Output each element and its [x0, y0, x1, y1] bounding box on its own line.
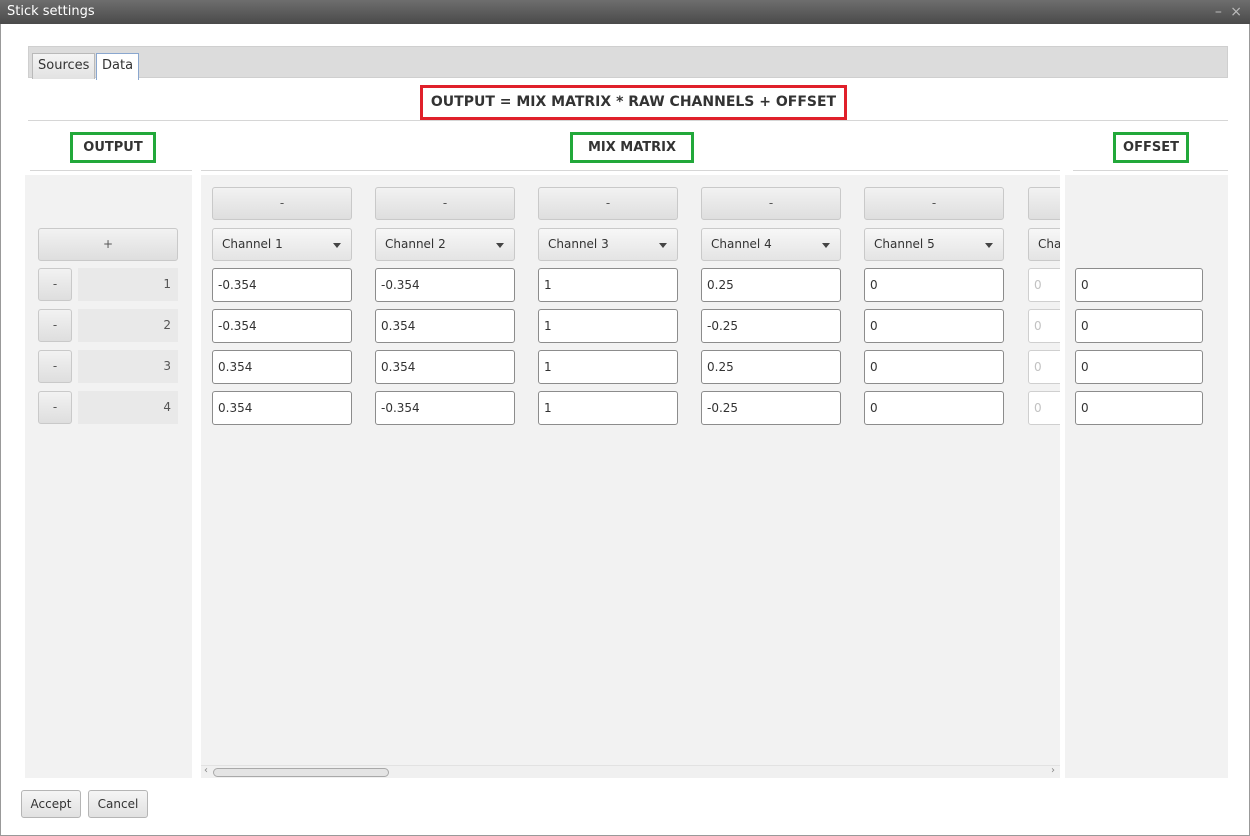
- matrix-cell-input[interactable]: [375, 350, 515, 384]
- matrix-cell-input[interactable]: [701, 309, 841, 343]
- remove-column-button[interactable]: -: [538, 187, 678, 220]
- matrix-cell-input[interactable]: [864, 268, 1004, 302]
- output-index-label: 2: [78, 309, 178, 342]
- divider: [28, 120, 1228, 121]
- window-controls: – ×: [1215, 0, 1244, 24]
- channel-select-label: Channel 4: [711, 237, 772, 251]
- minimize-icon[interactable]: –: [1215, 4, 1224, 20]
- divider: [30, 170, 192, 171]
- tab-bar: Sources Data: [28, 46, 1228, 80]
- chevron-down-icon: [659, 243, 667, 248]
- channel-select-label: Channel 3: [548, 237, 609, 251]
- mix-matrix-section-label: MIX MATRIX: [570, 132, 694, 163]
- matrix-cell-input[interactable]: [1028, 350, 1060, 384]
- channel-select[interactable]: Channel 3: [538, 228, 678, 261]
- chevron-down-icon: [822, 243, 830, 248]
- scrollbar-thumb[interactable]: [213, 768, 389, 777]
- channel-select-label: Channel 5: [874, 237, 935, 251]
- title-bar: Stick settings – ×: [0, 0, 1250, 24]
- mix-matrix-viewport: - Channel 1 - Channel 2 - Channel 3 - Channel 4…: [201, 175, 1060, 765]
- offset-input[interactable]: [1075, 309, 1203, 343]
- matrix-cell-input[interactable]: [212, 350, 352, 384]
- channel-select-label: Channel 2: [385, 237, 446, 251]
- formula-banner: OUTPUT = MIX MATRIX * RAW CHANNELS + OFF…: [420, 85, 847, 120]
- matrix-cell-input[interactable]: [212, 268, 352, 302]
- offset-input[interactable]: [1075, 268, 1203, 302]
- accept-button[interactable]: Accept: [21, 790, 81, 818]
- matrix-cell-input[interactable]: [701, 350, 841, 384]
- remove-column-button[interactable]: -: [1028, 187, 1060, 220]
- matrix-cell-input[interactable]: [212, 391, 352, 425]
- tab-sources[interactable]: Sources: [32, 53, 96, 79]
- tab-data[interactable]: Data: [96, 53, 140, 80]
- matrix-cell-input[interactable]: [375, 309, 515, 343]
- output-section-label: OUTPUT: [70, 132, 156, 163]
- scroll-right-icon[interactable]: ›: [1051, 765, 1055, 776]
- remove-column-button[interactable]: -: [864, 187, 1004, 220]
- channel-select-label: Channel 1: [222, 237, 283, 251]
- remove-column-button[interactable]: -: [375, 187, 515, 220]
- output-index-label: 1: [78, 268, 178, 301]
- offset-input[interactable]: [1075, 391, 1203, 425]
- channel-select[interactable]: Channel 1: [212, 228, 352, 261]
- remove-column-button[interactable]: -: [212, 187, 352, 220]
- output-index-label: 3: [78, 350, 178, 383]
- chevron-down-icon: [496, 243, 504, 248]
- output-panel: [25, 175, 192, 778]
- channel-select[interactable]: Channel 5: [864, 228, 1004, 261]
- channel-select[interactable]: Channel 6: [1028, 228, 1060, 261]
- remove-output-button[interactable]: -: [38, 391, 72, 424]
- offset-section-label: OFFSET: [1113, 132, 1189, 163]
- matrix-cell-input[interactable]: [375, 391, 515, 425]
- matrix-cell-input[interactable]: [864, 309, 1004, 343]
- matrix-cell-input[interactable]: [864, 391, 1004, 425]
- add-output-button[interactable]: +: [38, 228, 178, 261]
- chevron-down-icon: [333, 243, 341, 248]
- scroll-left-icon[interactable]: ‹: [204, 765, 208, 776]
- matrix-cell-input[interactable]: [1028, 309, 1060, 343]
- matrix-cell-input[interactable]: [864, 350, 1004, 384]
- channel-select-label: Channel 6: [1038, 237, 1060, 251]
- matrix-cell-input[interactable]: [701, 391, 841, 425]
- matrix-cell-input[interactable]: [538, 350, 678, 384]
- matrix-cell-input[interactable]: [1028, 268, 1060, 302]
- matrix-cell-input[interactable]: [538, 391, 678, 425]
- horizontal-scrollbar[interactable]: ‹ ›: [201, 765, 1060, 778]
- cancel-button[interactable]: Cancel: [88, 790, 148, 818]
- output-index-label: 4: [78, 391, 178, 424]
- channel-select[interactable]: Channel 4: [701, 228, 841, 261]
- remove-output-button[interactable]: -: [38, 268, 72, 301]
- chevron-down-icon: [985, 243, 993, 248]
- matrix-cell-input[interactable]: [212, 309, 352, 343]
- matrix-cell-input[interactable]: [701, 268, 841, 302]
- divider: [1073, 170, 1228, 171]
- matrix-cell-input[interactable]: [1028, 391, 1060, 425]
- remove-output-button[interactable]: -: [38, 350, 72, 383]
- window-title: Stick settings: [7, 4, 95, 19]
- channel-select[interactable]: Channel 2: [375, 228, 515, 261]
- remove-column-button[interactable]: -: [701, 187, 841, 220]
- offset-panel: [1065, 175, 1228, 778]
- offset-input[interactable]: [1075, 350, 1203, 384]
- divider: [201, 170, 1060, 171]
- remove-output-button[interactable]: -: [38, 309, 72, 342]
- matrix-cell-input[interactable]: [375, 268, 515, 302]
- close-icon[interactable]: ×: [1230, 4, 1244, 20]
- matrix-cell-input[interactable]: [538, 309, 678, 343]
- matrix-cell-input[interactable]: [538, 268, 678, 302]
